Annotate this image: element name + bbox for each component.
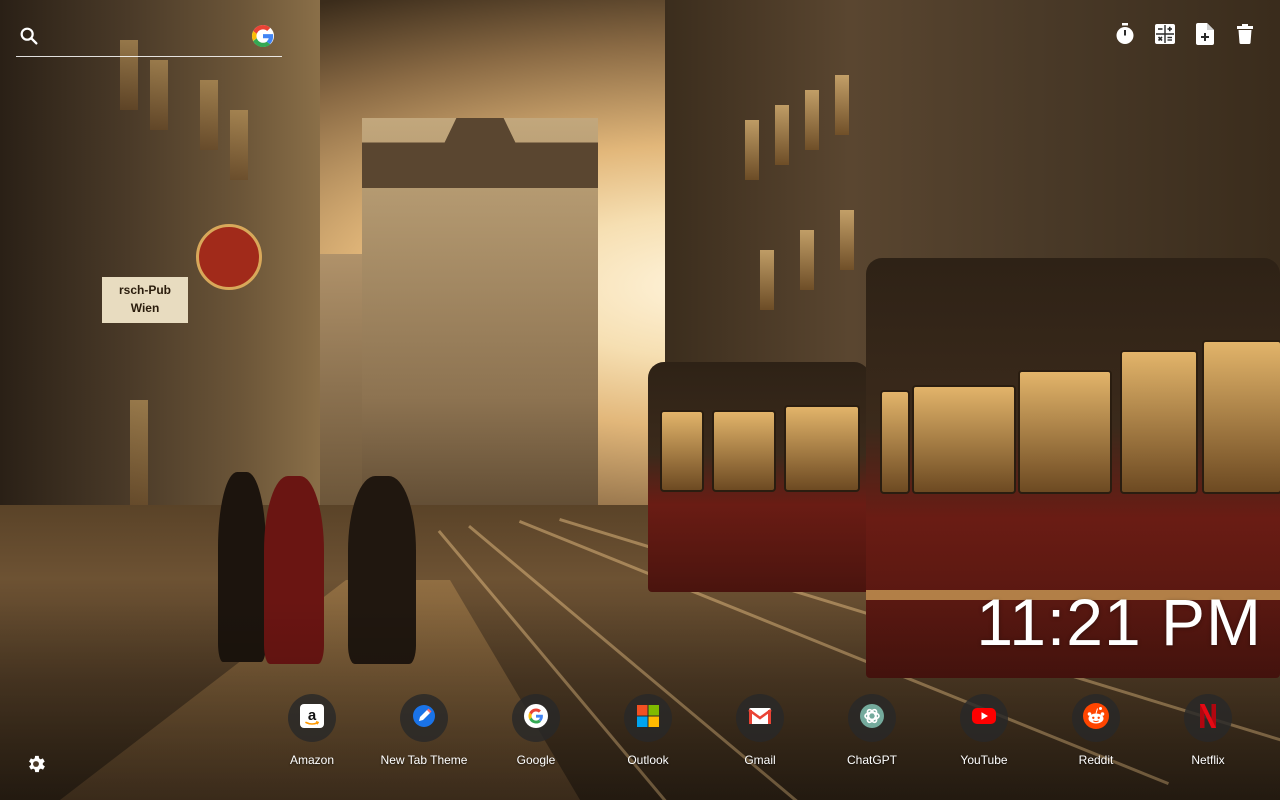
shortcut-icon-circle [1184,694,1232,742]
search-bar [16,22,282,57]
shortcut-icon-circle [400,694,448,742]
wallpaper-street-scene: rsch-Pub Wien [0,0,1280,800]
shortcut-bar: a Amazon New Tab Theme Google Outlook Gm… [256,694,1264,767]
wallpaper-pub-sign-line2: Wien [130,301,160,315]
shortcut-label: YouTube [960,753,1008,767]
wallpaper-round-sign [196,224,262,290]
wallpaper-window [745,120,759,180]
shortcut-icon-circle [736,694,784,742]
outlook-icon [636,704,660,733]
wallpaper-window [800,230,814,290]
wallpaper-window [760,250,774,310]
shortcut-label: Google [516,753,556,767]
wallpaper-tram-window [880,390,910,494]
settings-button[interactable] [22,752,50,780]
wallpaper-window [805,90,819,150]
wallpaper-window [835,75,849,135]
wallpaper-window [130,400,148,520]
calculator-button[interactable] [1154,23,1176,49]
google-icon [524,703,548,733]
shortcut-new-tab-theme[interactable]: New Tab Theme [368,694,480,767]
shortcut-label: New Tab Theme [380,753,468,767]
add-note-button[interactable] [1194,22,1216,50]
shortcut-icon-circle [1072,694,1120,742]
shortcut-label: Reddit [1078,753,1114,767]
netflix-icon [1200,703,1216,733]
shortcut-label: ChatGPT [846,753,897,767]
shortcut-amazon[interactable]: a Amazon [256,694,368,767]
timer-icon [1115,22,1135,50]
shortcut-outlook[interactable]: Outlook [592,694,704,767]
shortcut-netflix[interactable]: Netflix [1152,694,1264,767]
shortcut-gmail[interactable]: Gmail [704,694,816,767]
gear-icon [25,753,47,780]
shortcut-label: Outlook [627,753,669,767]
wallpaper-window [230,110,248,180]
shortcut-label: Amazon [289,753,335,767]
shortcut-icon-circle [960,694,1008,742]
search-input[interactable] [48,24,252,52]
shortcut-icon-circle [512,694,560,742]
wallpaper-tram-window [1120,350,1198,494]
shortcut-label: Netflix [1191,753,1225,767]
shortcut-google[interactable]: Google [480,694,592,767]
shortcut-label: Gmail [744,753,776,767]
chatgpt-icon [860,703,884,733]
new-tab-page: rsch-Pub Wien 11:21 PM a Amazon New Tab … [0,0,1280,800]
add-note-icon [1196,22,1214,50]
wallpaper-tram-window [660,410,704,492]
delete-button[interactable] [1234,23,1256,49]
wallpaper-tram-window [912,385,1016,494]
wallpaper-tram-window [1018,370,1112,494]
svg-text:a: a [308,707,317,724]
wallpaper-window [775,105,789,165]
search-icon[interactable] [18,25,40,47]
gmail-icon [748,706,772,731]
wallpaper-window [150,60,168,130]
google-icon[interactable] [252,25,274,47]
shortcut-reddit[interactable]: Reddit [1040,694,1152,767]
amazon-icon: a [300,703,324,733]
shortcut-icon-circle [624,694,672,742]
wallpaper-pub-sign-line1: rsch-Pub [118,283,171,297]
timer-button[interactable] [1114,22,1136,50]
wallpaper-window [840,210,854,270]
shortcut-chatgpt[interactable]: ChatGPT [816,694,928,767]
new-tab-theme-icon [412,704,436,733]
youtube-icon [972,707,996,730]
trash-icon [1237,23,1253,49]
wallpaper-tram-window [712,410,776,492]
clock-time: 11:21 PM [976,585,1262,659]
calculator-icon [1155,23,1175,49]
wallpaper-pub-sign: rsch-Pub Wien [102,277,188,323]
shortcut-icon-circle [848,694,896,742]
shortcut-youtube[interactable]: YouTube [928,694,1040,767]
top-toolbar [1114,22,1256,50]
shortcut-icon-circle: a [288,694,336,742]
wallpaper-tram-window [784,405,860,492]
reddit-icon [1083,702,1109,734]
wallpaper-window [200,80,218,150]
wallpaper-tram-window [1202,340,1280,494]
